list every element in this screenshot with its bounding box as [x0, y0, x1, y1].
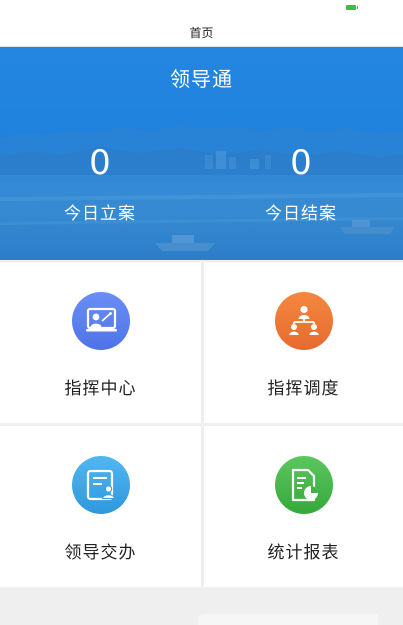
status-bar [0, 0, 403, 18]
hero-banner: 领导通 0 今日立案 0 今日结案 [0, 47, 403, 260]
org-chart-icon [274, 292, 333, 350]
dispatch-tile[interactable]: 指挥调度 [204, 262, 403, 423]
stats-report-tile[interactable]: 统计报表 [204, 426, 403, 587]
report-chart-icon [274, 456, 333, 514]
today-filed-label: 今日立案 [64, 204, 136, 224]
today-closed-count: 0 [290, 143, 312, 183]
battery-icon [346, 5, 358, 10]
page-title: 首页 [189, 26, 214, 40]
today-closed-stat[interactable]: 0 今日结案 [201, 143, 401, 224]
nav-bar: 首页 [0, 18, 403, 47]
leader-assign-label: 领导交办 [64, 543, 137, 563]
stats-report-label: 统计报表 [267, 543, 340, 563]
presentation-icon [71, 292, 130, 350]
leader-assign-tile[interactable]: 领导交办 [0, 426, 201, 587]
assign-doc-icon [71, 456, 130, 514]
command-center-label: 指挥中心 [64, 379, 137, 399]
command-center-tile[interactable]: 指挥中心 [0, 262, 201, 423]
app-title: 领导通 [170, 67, 233, 91]
dispatch-label: 指挥调度 [267, 379, 340, 399]
watermark-badge [198, 614, 378, 625]
today-filed-stat[interactable]: 0 今日立案 [0, 143, 200, 224]
today-closed-label: 今日结案 [265, 204, 337, 224]
today-filed-count: 0 [89, 143, 111, 183]
